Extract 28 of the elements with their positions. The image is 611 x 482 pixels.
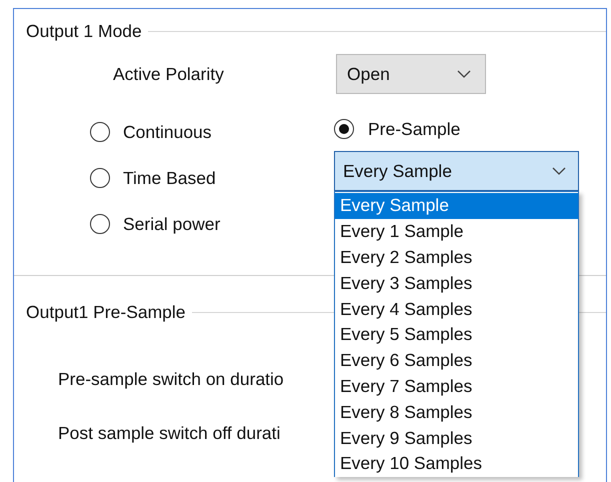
- chevron-down-icon: [552, 167, 566, 175]
- dropdown-option[interactable]: Every Sample: [335, 193, 578, 219]
- dropdown-option[interactable]: Every 10 Samples: [335, 450, 578, 477]
- dropdown-option[interactable]: Every 9 Samples: [335, 425, 578, 451]
- field-label: Pre-sample switch on duratio: [57, 368, 284, 390]
- dropdown-option[interactable]: Every 2 Samples: [335, 244, 578, 270]
- radio-button[interactable]: [90, 168, 110, 188]
- polarity-dropdown[interactable]: Open: [336, 54, 486, 94]
- dropdown-option[interactable]: Every 1 Sample: [335, 218, 578, 245]
- radio-label[interactable]: Time Based: [123, 168, 216, 188]
- dropdown-option[interactable]: Every 5 Samples: [335, 322, 578, 348]
- radio-button[interactable]: [334, 119, 354, 139]
- dropdown-option[interactable]: Every 6 Samples: [335, 348, 578, 374]
- dropdown-option[interactable]: Every 3 Samples: [335, 270, 578, 296]
- dropdown-option[interactable]: Every 4 Samples: [335, 296, 578, 322]
- chevron-down-icon: [457, 70, 471, 78]
- group-title: Output 1 Mode: [26, 20, 143, 42]
- sample-dropdown[interactable]: Every Sample: [334, 151, 579, 191]
- field-label: Active Polarity: [112, 64, 225, 84]
- group-title: Output1 Pre-Sample: [26, 302, 187, 322]
- radio-label[interactable]: Continuous: [123, 122, 212, 142]
- field-label: Post sample switch off durati: [57, 422, 280, 444]
- radio-button[interactable]: [90, 214, 110, 234]
- radio-label[interactable]: Pre-Sample: [368, 118, 460, 140]
- radio-button[interactable]: [90, 122, 110, 142]
- dropdown-option[interactable]: Every 8 Samples: [335, 399, 578, 426]
- radio-label[interactable]: Serial power: [123, 214, 220, 234]
- dropdown-option[interactable]: Every 7 Samples: [335, 374, 578, 400]
